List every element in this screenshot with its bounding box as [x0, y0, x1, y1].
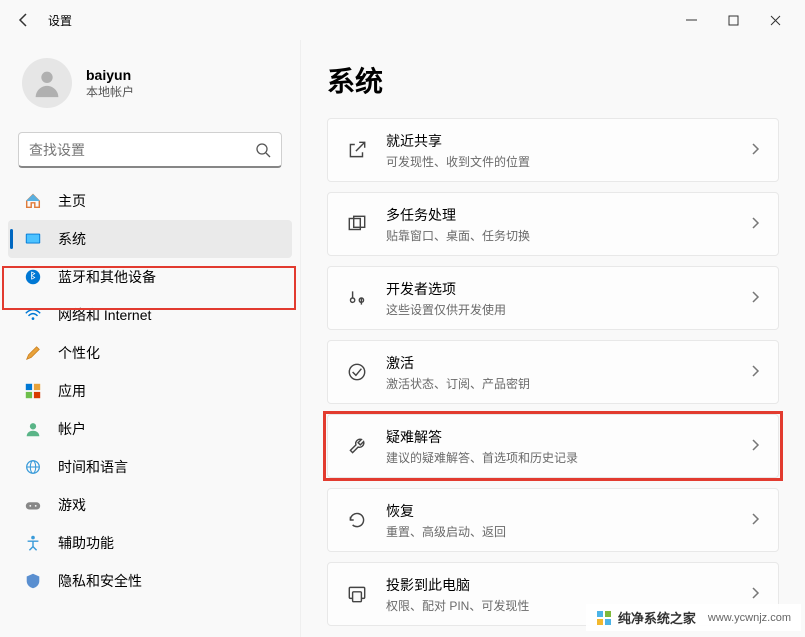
sidebar-item-label: 时间和语言	[58, 457, 128, 477]
sidebar-item-label: 辅助功能	[58, 533, 114, 553]
chevron-right-icon	[750, 290, 760, 307]
wifi-icon	[24, 306, 42, 324]
card-title: 多任务处理	[386, 205, 750, 225]
sidebar-item-label: 系统	[58, 229, 86, 249]
sidebar-item-bluetooth[interactable]: 蓝牙和其他设备	[8, 258, 292, 296]
settings-card-recover[interactable]: 恢复重置、高级启动、返回	[327, 488, 779, 552]
card-subtitle: 建议的疑难解答、首选项和历史记录	[386, 449, 750, 466]
home-icon	[24, 192, 42, 210]
sidebar-item-wifi[interactable]: 网络和 Internet	[8, 296, 292, 334]
settings-card-share[interactable]: 就近共享可发现性、收到文件的位置	[327, 118, 779, 182]
apps-icon	[24, 382, 42, 400]
recover-icon	[346, 509, 368, 531]
sidebar-item-label: 网络和 Internet	[58, 305, 151, 325]
check-icon	[346, 361, 368, 383]
chevron-right-icon	[750, 586, 760, 603]
user-icon	[24, 420, 42, 438]
settings-card-multitask[interactable]: 多任务处理贴靠窗口、桌面、任务切换	[327, 192, 779, 256]
sidebar-item-apps[interactable]: 应用	[8, 372, 292, 410]
settings-card-wrench[interactable]: 疑难解答建议的疑难解答、首选项和历史记录	[327, 414, 779, 478]
sidebar: baiyun 本地帐户 主页系统蓝牙和其他设备网络和 Internet 个性化应用…	[0, 40, 300, 637]
settings-card-dev[interactable]: 开发者选项这些设置仅供开发使用	[327, 266, 779, 330]
sidebar-item-label: 主页	[58, 191, 86, 211]
content-area: 系统 就近共享可发现性、收到文件的位置多任务处理贴靠窗口、桌面、任务切换开发者选…	[300, 40, 805, 637]
brush-icon	[24, 344, 42, 362]
dev-icon	[346, 287, 368, 309]
sidebar-item-label: 游戏	[58, 495, 86, 515]
system-icon	[24, 230, 42, 248]
sidebar-item-access[interactable]: 辅助功能	[8, 524, 292, 562]
close-button[interactable]	[763, 8, 787, 32]
card-subtitle: 贴靠窗口、桌面、任务切换	[386, 227, 750, 244]
card-subtitle: 可发现性、收到文件的位置	[386, 153, 750, 170]
page-title: 系统	[327, 60, 779, 100]
sidebar-item-privacy[interactable]: 隐私和安全性	[8, 562, 292, 600]
project-icon	[346, 583, 368, 605]
sidebar-item-game[interactable]: 游戏	[8, 486, 292, 524]
search-icon	[255, 142, 271, 158]
multitask-icon	[346, 213, 368, 235]
sidebar-item-label: 隐私和安全性	[58, 571, 142, 591]
search-box[interactable]	[18, 132, 282, 168]
sidebar-item-home[interactable]: 主页	[8, 182, 292, 220]
sidebar-item-label: 应用	[58, 381, 86, 401]
card-title: 恢复	[386, 501, 750, 521]
sidebar-item-user[interactable]: 帐户	[8, 410, 292, 448]
window-controls	[679, 8, 797, 32]
privacy-icon	[24, 572, 42, 590]
back-button[interactable]	[8, 4, 40, 36]
globe-icon	[24, 458, 42, 476]
chevron-right-icon	[750, 142, 760, 159]
wrench-icon	[346, 435, 368, 457]
chevron-right-icon	[750, 512, 760, 529]
card-subtitle: 这些设置仅供开发使用	[386, 301, 750, 318]
watermark-text: 纯净系统之家	[618, 608, 696, 627]
back-icon	[16, 12, 32, 28]
maximize-button[interactable]	[721, 8, 745, 32]
watermark: 纯净系统之家 www.ycwnjz.com	[586, 604, 801, 631]
account-block[interactable]: baiyun 本地帐户	[8, 50, 292, 128]
game-icon	[24, 496, 42, 514]
settings-card-check[interactable]: 激活激活状态、订阅、产品密钥	[327, 340, 779, 404]
sidebar-item-globe[interactable]: 时间和语言	[8, 448, 292, 486]
chevron-right-icon	[750, 216, 760, 233]
chevron-right-icon	[750, 438, 760, 455]
search-input[interactable]	[29, 142, 255, 158]
sidebar-item-label: 个性化	[58, 343, 100, 363]
card-title: 开发者选项	[386, 279, 750, 299]
card-title: 疑难解答	[386, 427, 750, 447]
card-title: 投影到此电脑	[386, 575, 750, 595]
sidebar-item-system[interactable]: 系统	[8, 220, 292, 258]
card-title: 就近共享	[386, 131, 750, 151]
card-list: 就近共享可发现性、收到文件的位置多任务处理贴靠窗口、桌面、任务切换开发者选项这些…	[327, 118, 779, 626]
app-title: 设置	[48, 12, 72, 29]
share-icon	[346, 139, 368, 161]
card-subtitle: 重置、高级启动、返回	[386, 523, 750, 540]
account-type: 本地帐户	[86, 83, 134, 100]
sidebar-item-label: 蓝牙和其他设备	[58, 267, 156, 287]
sidebar-item-label: 帐户	[58, 419, 86, 439]
watermark-logo-icon	[596, 610, 612, 626]
titlebar: 设置	[0, 0, 805, 40]
chevron-right-icon	[750, 364, 760, 381]
watermark-url: www.ycwnjz.com	[708, 612, 791, 624]
access-icon	[24, 534, 42, 552]
card-subtitle: 激活状态、订阅、产品密钥	[386, 375, 750, 392]
account-name: baiyun	[86, 67, 134, 83]
bluetooth-icon	[24, 268, 42, 286]
avatar	[22, 58, 72, 108]
sidebar-item-brush[interactable]: 个性化	[8, 334, 292, 372]
card-title: 激活	[386, 353, 750, 373]
minimize-button[interactable]	[679, 8, 703, 32]
nav-list: 主页系统蓝牙和其他设备网络和 Internet 个性化应用帐户时间和语言游戏辅助功…	[8, 182, 292, 600]
